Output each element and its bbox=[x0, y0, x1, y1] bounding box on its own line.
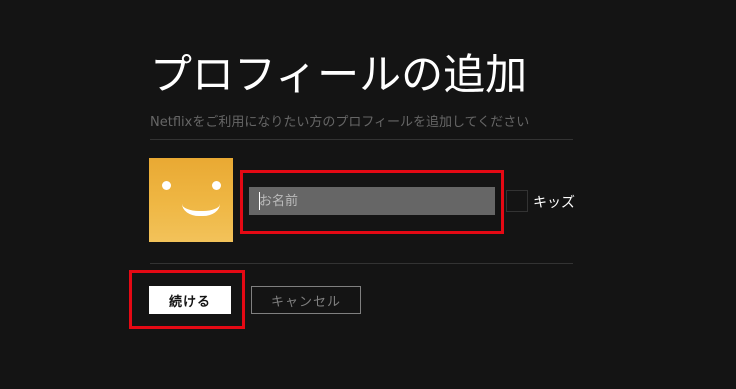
kids-label: キッズ bbox=[533, 195, 575, 211]
cancel-button[interactable]: キャンセル bbox=[251, 286, 361, 314]
page-title: プロフィールの追加 bbox=[150, 50, 528, 99]
avatar-smile bbox=[182, 189, 220, 216]
profile-name-input[interactable] bbox=[249, 187, 495, 215]
divider-top bbox=[150, 139, 573, 140]
add-profile-page: プロフィールの追加 Netflixをご利用になりたい方のプロフィールを追加してく… bbox=[0, 0, 736, 389]
divider-bottom bbox=[150, 263, 573, 264]
continue-button[interactable]: 続ける bbox=[149, 286, 231, 314]
avatar-left-eye bbox=[162, 181, 171, 190]
text-caret bbox=[259, 192, 260, 210]
profile-avatar bbox=[149, 158, 233, 242]
page-subtitle: Netflixをご利用になりたい方のプロフィールを追加してください bbox=[150, 115, 530, 130]
kids-checkbox[interactable] bbox=[506, 190, 528, 212]
